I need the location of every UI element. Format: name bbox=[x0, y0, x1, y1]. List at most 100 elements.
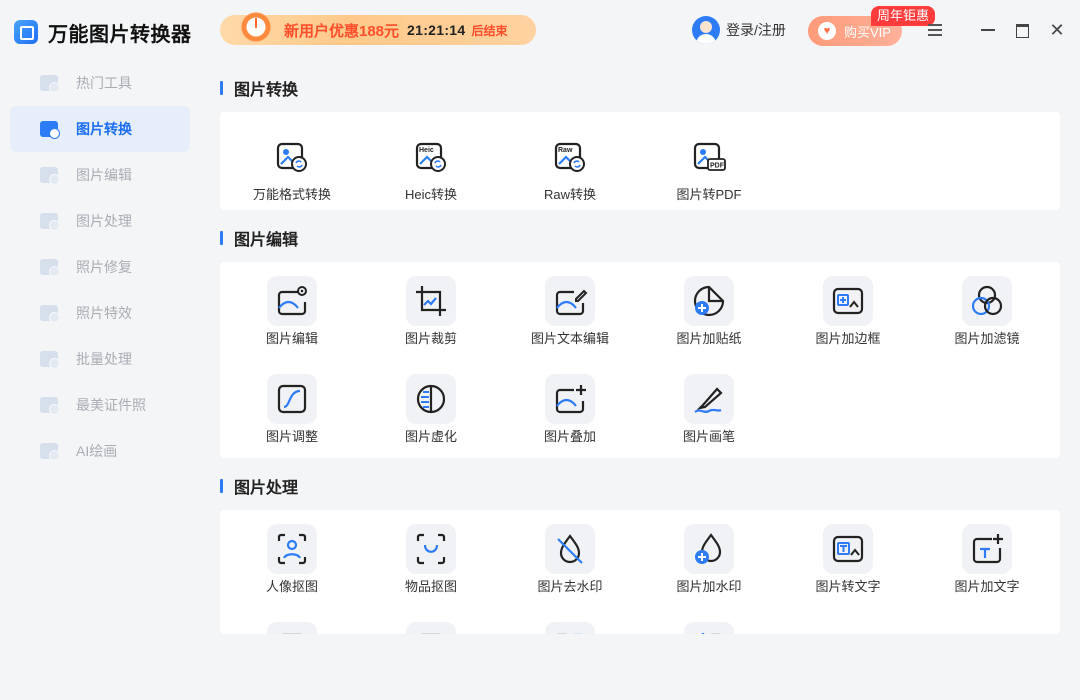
tool-portrait-cutout[interactable]: 人像抠图 bbox=[222, 512, 361, 602]
tool-remove-watermark[interactable]: 图片去水印 bbox=[500, 512, 639, 602]
image-edit-gear-icon bbox=[267, 276, 317, 326]
sidebar-item-id-photo[interactable]: 最美证件照 bbox=[10, 382, 190, 428]
brush-icon bbox=[684, 374, 734, 424]
sidebar-nav: 热门工具 图片转换 图片编辑 图片处理 照片修复 照片特效 批量处理 最美证件照… bbox=[10, 60, 190, 474]
sidebar-item-photo-repair[interactable]: 照片修复 bbox=[10, 244, 190, 290]
raw-convert-icon: Raw bbox=[545, 132, 595, 182]
text-edit-icon bbox=[545, 276, 595, 326]
tool-image-filter[interactable]: 图片加滤镜 bbox=[917, 264, 1056, 354]
sidebar-item-photo-effects[interactable]: 照片特效 bbox=[10, 290, 190, 336]
object-cutout-icon bbox=[406, 524, 456, 574]
sidebar-item-label: 照片修复 bbox=[76, 259, 132, 275]
tool-image-text-edit[interactable]: 图片文本编辑 bbox=[500, 264, 639, 354]
tool-label: 图片去水印 bbox=[537, 579, 603, 594]
ai-painting-icon bbox=[40, 441, 62, 461]
tool-image-to-text[interactable]: 图片转文字 bbox=[778, 512, 917, 602]
sidebar-item-label: 图片转换 bbox=[76, 121, 132, 137]
promo-text: 新用户优惠188元 bbox=[284, 22, 400, 40]
tool-partial-icon bbox=[545, 622, 595, 634]
svg-text:Heic: Heic bbox=[419, 147, 434, 154]
border-icon bbox=[823, 276, 873, 326]
close-icon[interactable]: ✕ bbox=[1047, 20, 1067, 40]
tool-partial[interactable] bbox=[361, 610, 500, 634]
sidebar-item-label: 图片处理 bbox=[76, 213, 132, 229]
tool-image-brush[interactable]: 图片画笔 bbox=[639, 362, 778, 452]
tool-label: 图片裁剪 bbox=[404, 331, 457, 346]
login-button[interactable]: 登录/注册 bbox=[692, 16, 786, 44]
tool-label: 物品抠图 bbox=[404, 579, 457, 594]
sidebar-item-image-process[interactable]: 图片处理 bbox=[10, 198, 190, 244]
tool-partial[interactable] bbox=[639, 610, 778, 634]
tool-object-cutout[interactable]: 物品抠图 bbox=[361, 512, 500, 602]
tool-image-border[interactable]: 图片加边框 bbox=[778, 264, 917, 354]
add-watermark-icon bbox=[684, 524, 734, 574]
maximize-icon[interactable] bbox=[1012, 20, 1032, 40]
sidebar-item-label: 热门工具 bbox=[76, 75, 132, 91]
tool-add-text[interactable]: 图片加文字 bbox=[917, 512, 1056, 602]
promo-banner[interactable]: 新用户优惠188元 21:21:14 后结束 bbox=[220, 7, 536, 47]
tool-label: Raw转换 bbox=[543, 187, 596, 202]
sidebar-item-ai-painting[interactable]: AI绘画 bbox=[10, 428, 190, 474]
image-to-text-icon bbox=[823, 524, 873, 574]
section-title-convert: 图片转换 bbox=[220, 78, 299, 99]
tool-partial[interactable] bbox=[500, 610, 639, 634]
tool-partial[interactable] bbox=[222, 610, 361, 634]
tool-raw-convert[interactable]: Raw Raw转换 bbox=[500, 120, 639, 210]
tool-label: 人像抠图 bbox=[265, 579, 318, 594]
tool-label: 图片加水印 bbox=[676, 579, 742, 594]
curves-icon bbox=[267, 374, 317, 424]
tool-partial-icon bbox=[406, 622, 456, 634]
app-logo-icon bbox=[14, 20, 38, 44]
sidebar-item-hot-tools[interactable]: 热门工具 bbox=[10, 60, 190, 106]
blur-icon bbox=[406, 374, 456, 424]
sidebar: 万能图片转换器 热门工具 图片转换 图片编辑 图片处理 照片修复 照片特效 批量… bbox=[0, 0, 200, 700]
vip-heart-icon: ♥ bbox=[818, 22, 836, 40]
section-heading: 图片处理 bbox=[234, 480, 299, 497]
crop-icon bbox=[406, 276, 456, 326]
sidebar-item-batch-process[interactable]: 批量处理 bbox=[10, 336, 190, 382]
avatar-icon bbox=[692, 16, 720, 44]
tool-image-crop[interactable]: 图片裁剪 bbox=[361, 264, 500, 354]
tool-label: 图片加贴纸 bbox=[676, 331, 742, 346]
sidebar-item-label: 批量处理 bbox=[76, 351, 132, 367]
edit-panel: 图片编辑 图片裁剪 图片文本编辑 图片加贴纸 图片加边框 图片加滤镜 图片调整 … bbox=[220, 262, 1060, 458]
sidebar-item-image-edit[interactable]: 图片编辑 bbox=[10, 152, 190, 198]
svg-text:Raw: Raw bbox=[558, 147, 573, 154]
tool-add-watermark[interactable]: 图片加水印 bbox=[639, 512, 778, 602]
image-convert-icon bbox=[40, 119, 62, 139]
tool-image-overlay[interactable]: 图片叠加 bbox=[500, 362, 639, 452]
tool-heic-convert[interactable]: Heic Heic转换 bbox=[361, 120, 500, 210]
tool-label: 图片叠加 bbox=[543, 429, 596, 444]
menu-icon[interactable] bbox=[926, 20, 946, 40]
section-title-process: 图片处理 bbox=[220, 476, 299, 497]
tool-image-blur[interactable]: 图片虚化 bbox=[361, 362, 500, 452]
sidebar-item-image-convert[interactable]: 图片转换 bbox=[10, 106, 190, 152]
tool-label: 图片虚化 bbox=[404, 429, 457, 444]
section-heading: 图片转换 bbox=[234, 82, 299, 99]
tool-image-sticker[interactable]: 图片加贴纸 bbox=[639, 264, 778, 354]
tool-label: 图片转文字 bbox=[815, 579, 881, 594]
tool-image-adjust[interactable]: 图片调整 bbox=[222, 362, 361, 452]
minimize-icon[interactable] bbox=[978, 20, 998, 40]
remove-watermark-icon bbox=[545, 524, 595, 574]
photo-repair-icon bbox=[40, 257, 62, 277]
tool-image-to-pdf[interactable]: PDF 图片转PDF bbox=[639, 120, 778, 210]
batch-process-icon bbox=[40, 349, 62, 369]
convert-panel: 万能格式转换 Heic Heic转换 Raw Raw转换 PDF 图片转PDF bbox=[220, 112, 1060, 210]
tool-label: 图片文本编辑 bbox=[530, 331, 609, 346]
add-text-icon bbox=[962, 524, 1012, 574]
sidebar-item-label: 最美证件照 bbox=[76, 397, 146, 413]
svg-text:PDF: PDF bbox=[710, 163, 725, 170]
format-convert-icon bbox=[267, 132, 317, 182]
tool-label: Heic转换 bbox=[404, 187, 457, 202]
promo-countdown: 21:21:14 bbox=[407, 22, 466, 38]
app-title: 万能图片转换器 bbox=[48, 23, 192, 46]
pdf-convert-icon: PDF bbox=[684, 132, 734, 182]
portrait-cutout-icon bbox=[267, 524, 317, 574]
tool-label: 图片调整 bbox=[265, 429, 318, 444]
tool-partial-icon bbox=[267, 622, 317, 634]
image-edit-icon bbox=[40, 165, 62, 185]
tool-image-edit[interactable]: 图片编辑 bbox=[222, 264, 361, 354]
sidebar-item-label: 图片编辑 bbox=[76, 167, 132, 183]
tool-universal-format-convert[interactable]: 万能格式转换 bbox=[222, 120, 361, 210]
